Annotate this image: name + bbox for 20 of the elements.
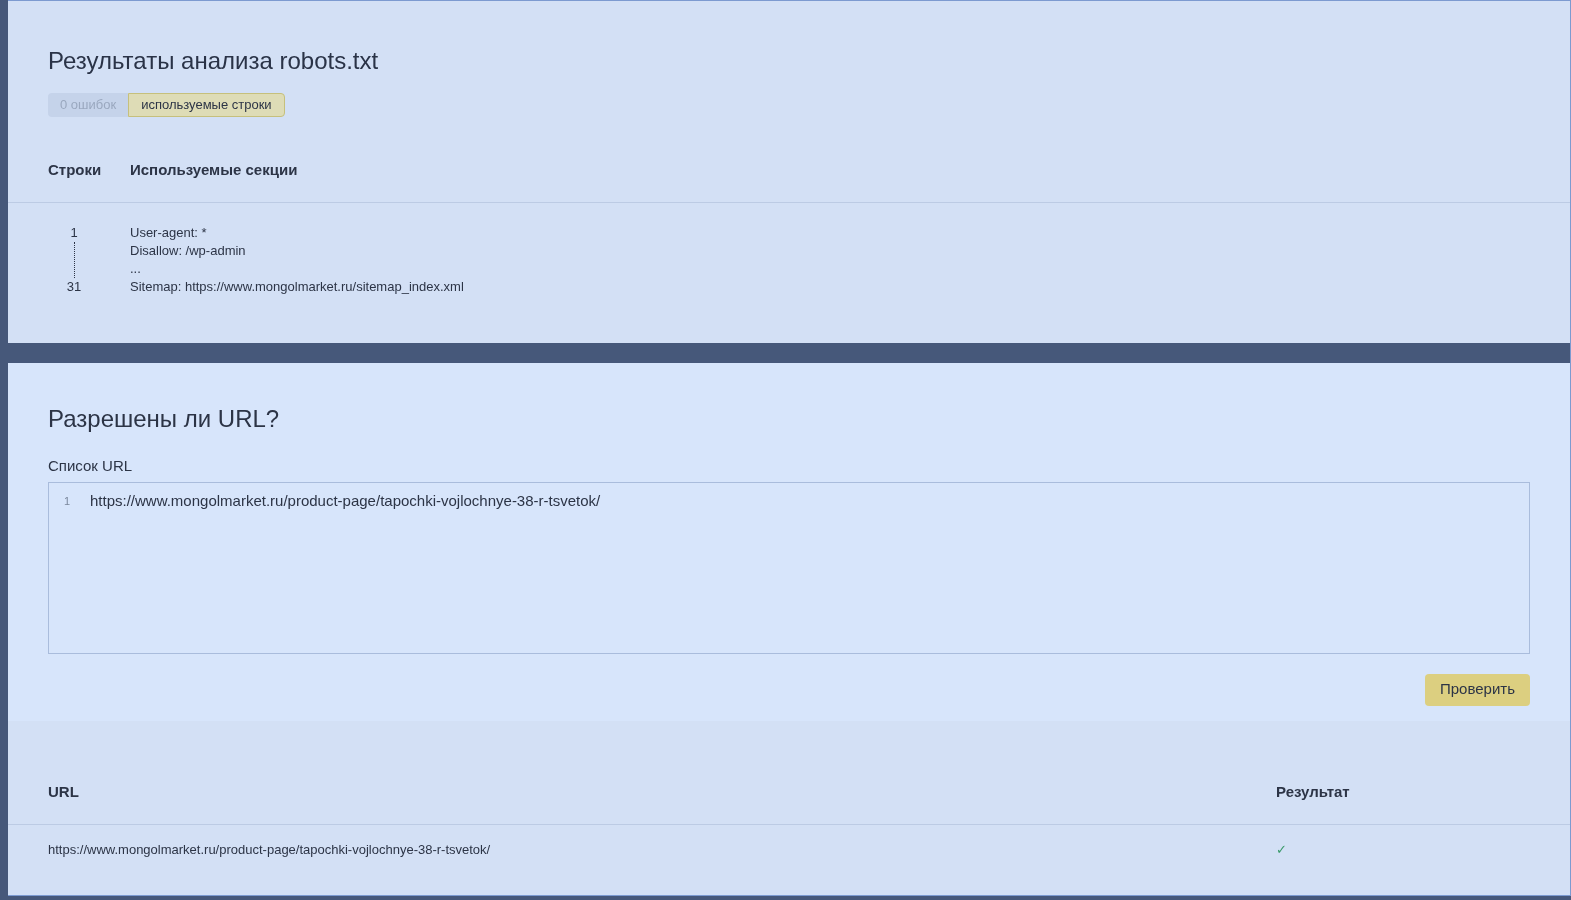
section-title: Разрешены ли URL? [48, 404, 280, 434]
field-label: Список URL [48, 456, 133, 476]
table-cell-text: https://www.mongolmarket.ru/product-page/tapochki-vojlochnye-38-r-tsvetok/ [48, 840, 492, 859]
section-title: Результаты анализа robots.txt [48, 46, 379, 76]
line-number: 1 [70, 223, 78, 242]
line-number: 1 [62, 493, 72, 509]
column-header: Используемые секции [130, 160, 298, 180]
filter-tab[interactable]: используемые строки [128, 93, 285, 117]
robots-line: Disallow: /wp-admin [130, 241, 246, 260]
robots-line: User-agent: * [130, 223, 207, 242]
check-mark: ✓ [1276, 840, 1287, 859]
url-list-field[interactable]: 1 https://www.mongolmarket.ru/product-page/tapochki-vojlochnye-38-r-tsvetok/ [48, 481, 1530, 654]
robots-line: Sitemap: https://www.mongolmarket.ru/sitemap_index.xml [130, 277, 464, 296]
column-header: URL [48, 782, 80, 802]
line-number: 31 [66, 277, 82, 296]
column-header: Строки [48, 160, 103, 180]
check-button[interactable]: Проверить [1425, 673, 1530, 706]
url-value: https://www.mongolmarket.ru/product-page/tapochki-vojlochnye-38-r-tsvetok/ [90, 490, 601, 511]
robots-line: ... [130, 259, 141, 278]
column-header: Результат [1276, 782, 1350, 802]
